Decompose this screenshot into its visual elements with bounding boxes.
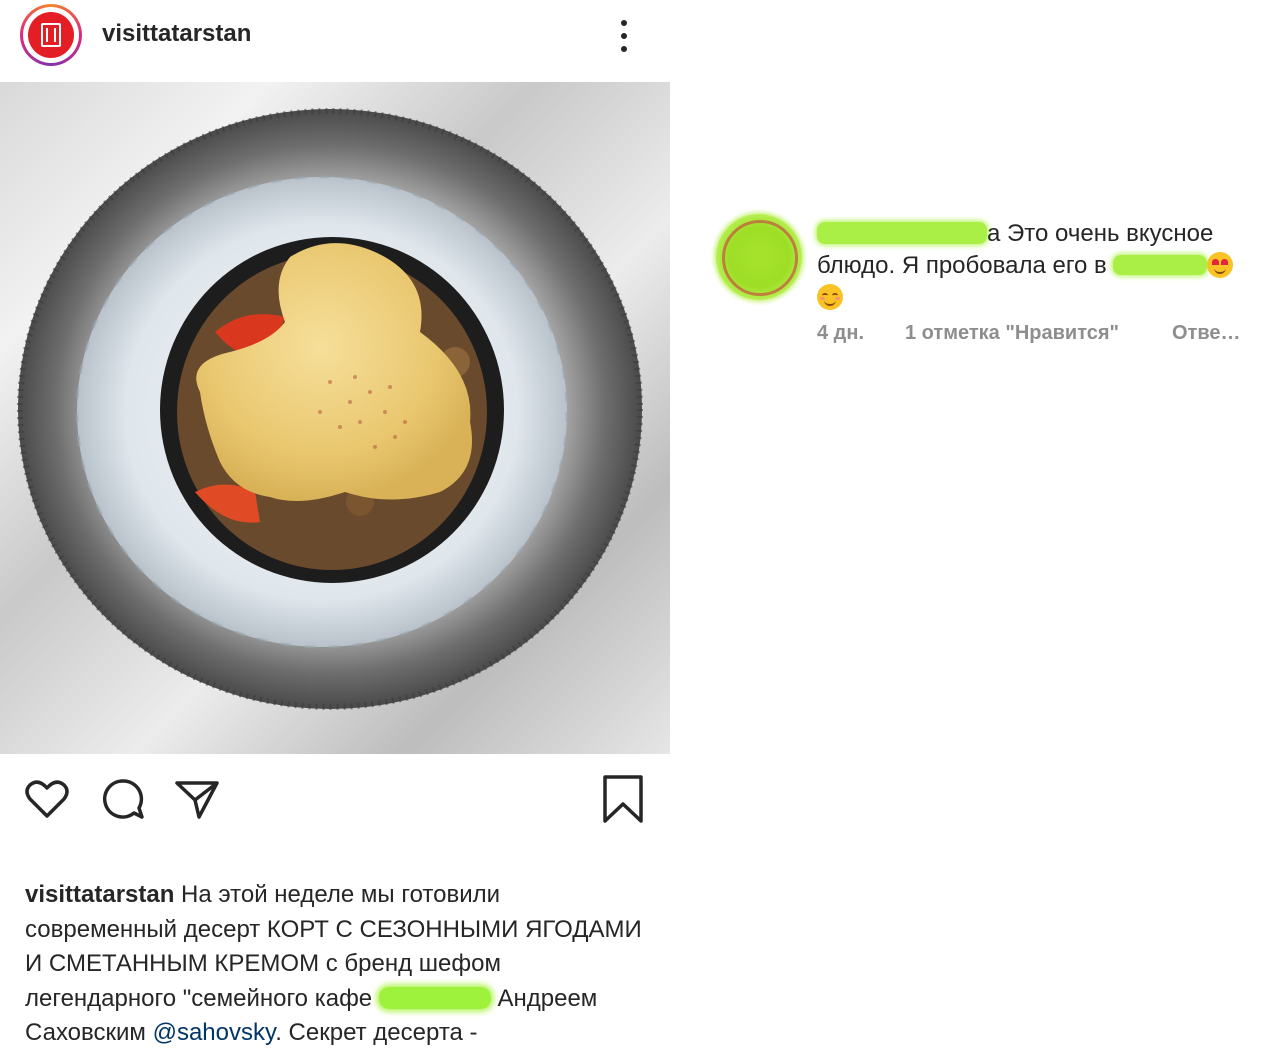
comment-bubble-icon[interactable] [98,774,148,824]
comment-likes[interactable]: 1 отметка "Нравится" [905,322,1119,345]
comment-reply-button[interactable]: Отве… [1172,322,1241,345]
dessert-photo-illustration [17,108,643,710]
redacted-name [378,986,491,1009]
heart-icon[interactable] [22,774,72,824]
visittatarstan-logo [28,12,74,58]
paper-plane-icon[interactable] [172,774,222,824]
comment-time: 4 дн. [817,322,865,344]
commenter-avatar[interactable] [716,214,802,300]
redacted-commenter-username[interactable] [817,222,987,244]
post-photo[interactable] [0,82,670,754]
blushing-smile-emoji [817,284,843,310]
heart-eyes-emoji [1207,252,1234,278]
post-username[interactable]: visittatarstan [102,20,251,48]
post-caption: visittatarstan На этой неделе мы готовил… [25,878,645,1051]
comment: а Это очень вкусное блюдо. Я пробовала е… [716,210,1276,350]
bookmark-icon[interactable] [598,774,648,824]
profile-avatar[interactable] [20,4,82,66]
more-vertical-icon[interactable] [612,16,636,56]
comment-text: а Это очень вкусное блюдо. Я пробовала е… [817,218,1257,314]
commenter-username-suffix: а [987,220,1001,247]
caption-mention[interactable]: @sahovsky [153,1019,276,1046]
post-actions [0,768,670,828]
caption-username[interactable]: visittatarstan [25,881,174,908]
redacted-place [1113,255,1208,275]
caption-text-3: . Секрет десерта - [275,1019,478,1046]
post-header: visittatarstan [0,0,670,80]
instagram-post: visittatarstan visittatarstan На этой не… [0,0,670,1056]
